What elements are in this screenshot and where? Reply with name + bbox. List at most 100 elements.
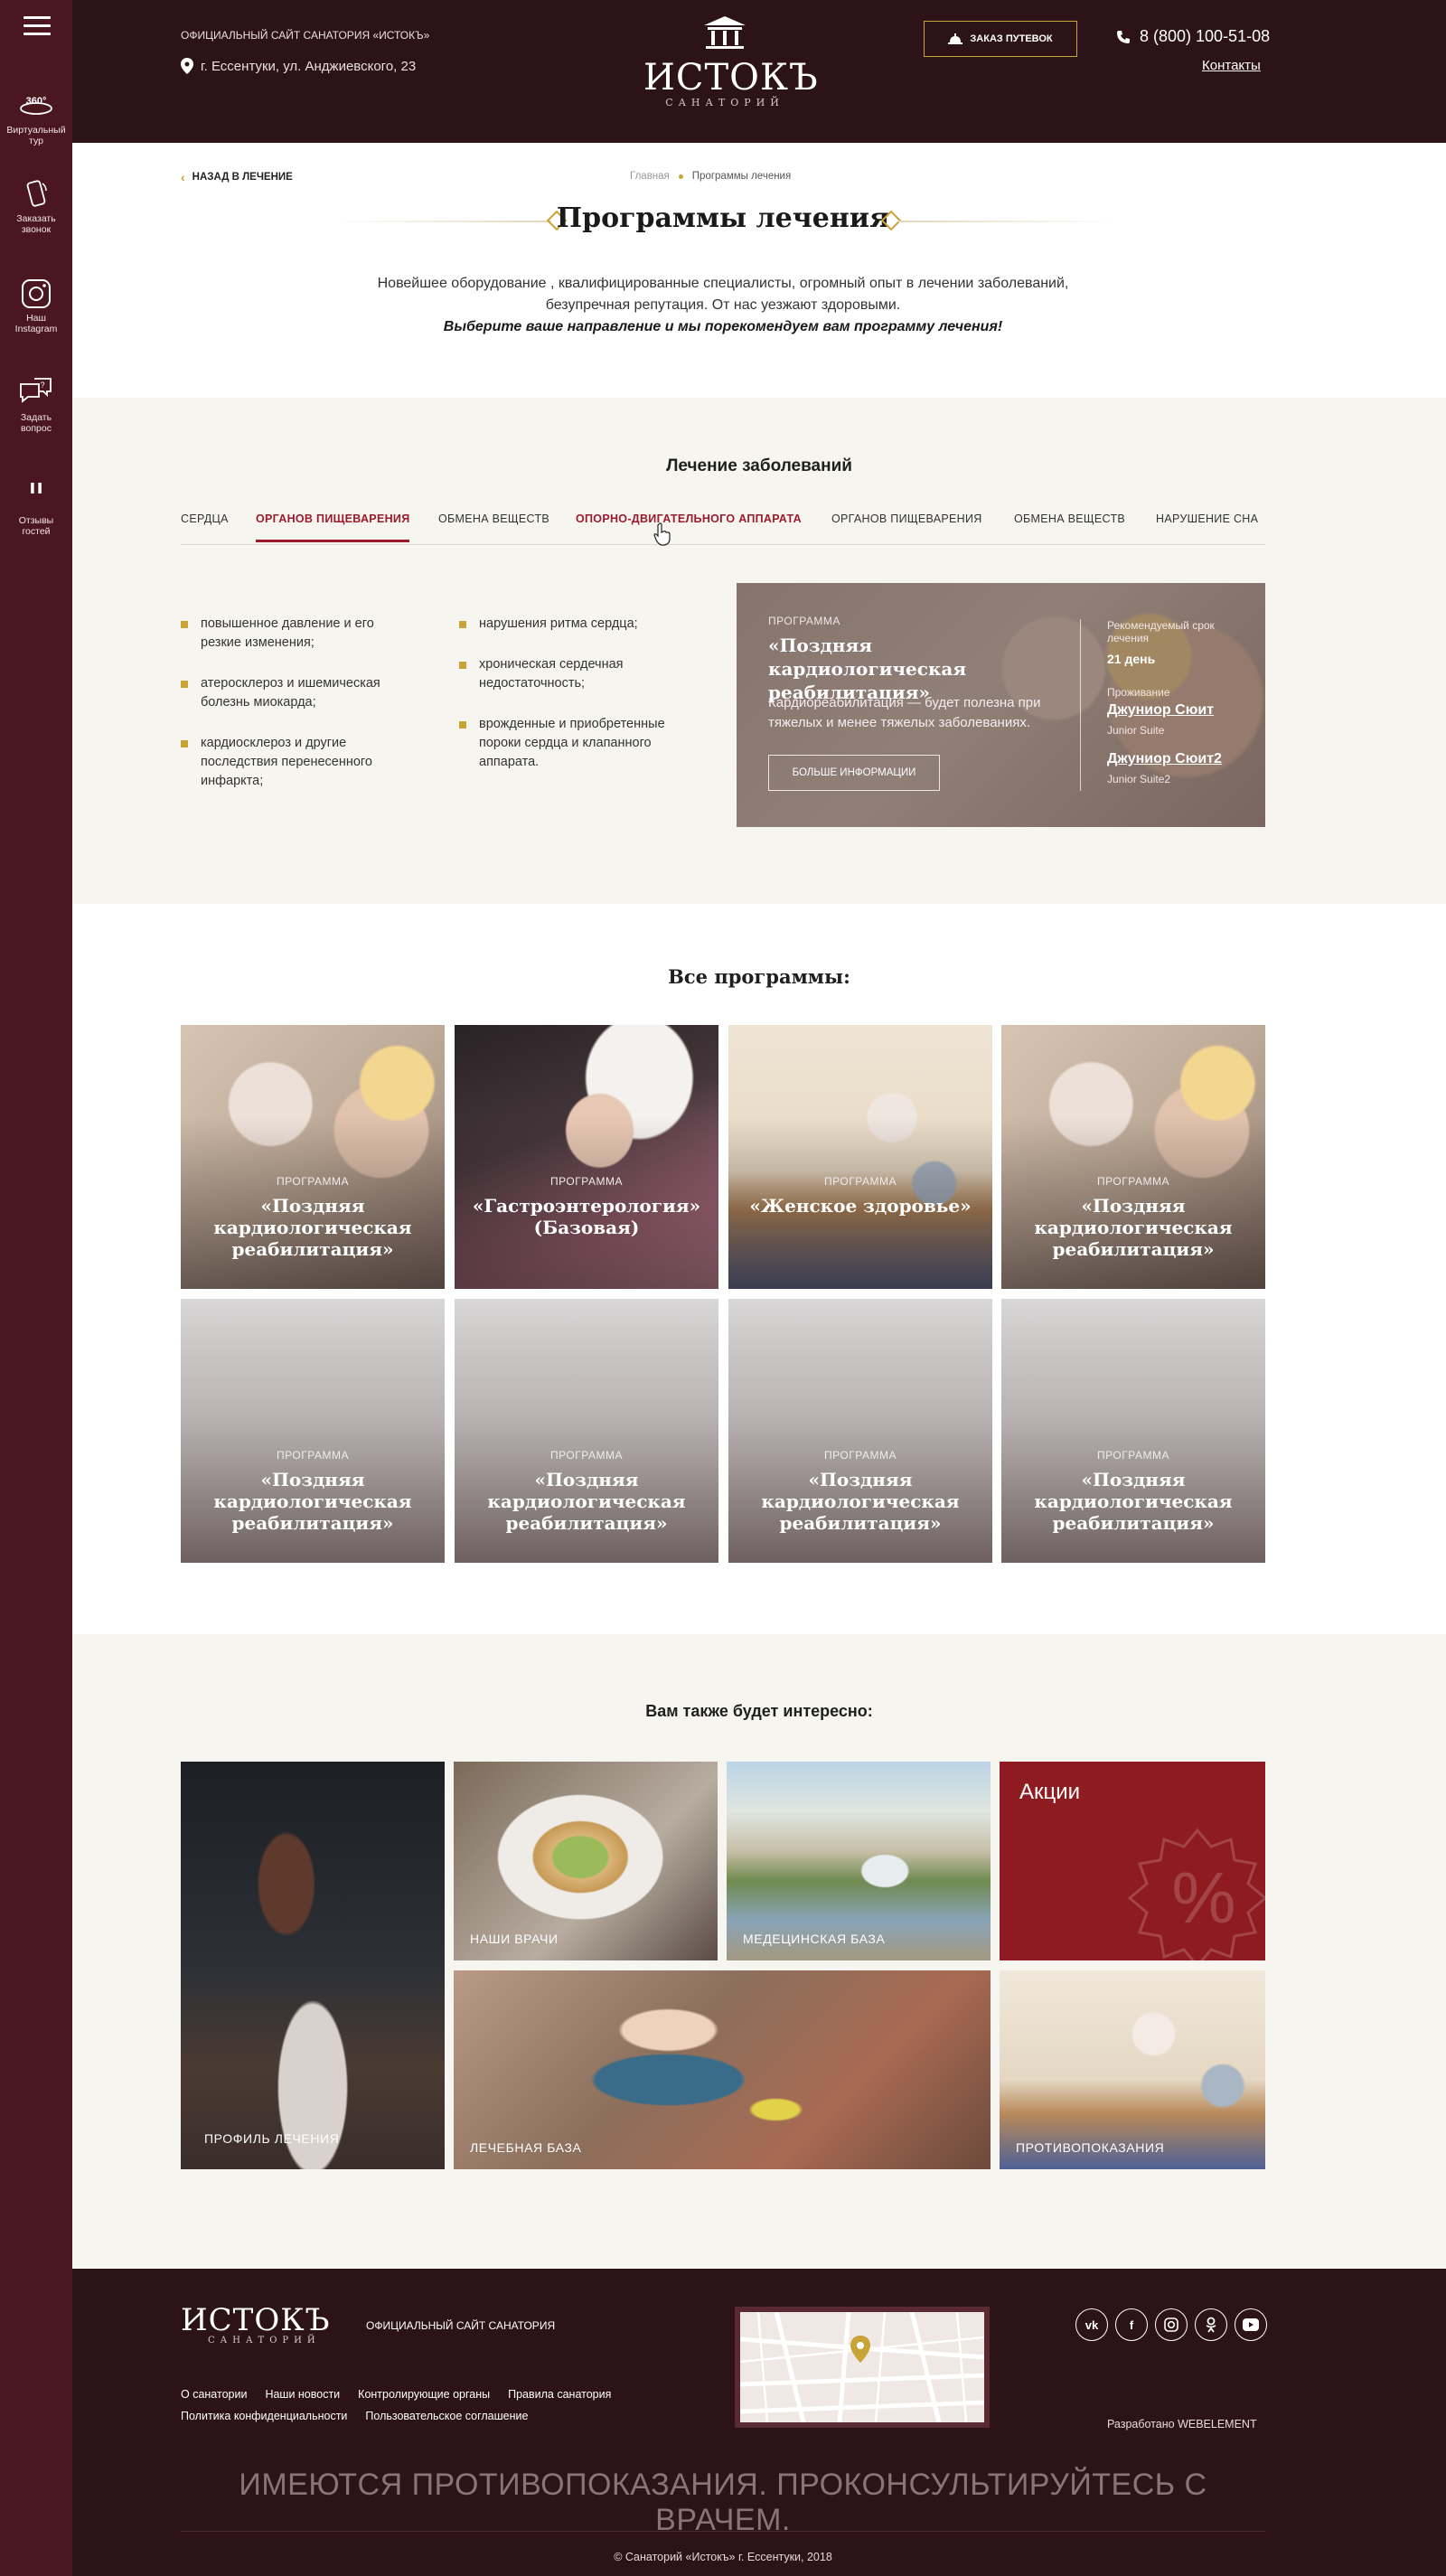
back-link-label: НАЗАД В ЛЕЧЕНИЕ [192, 172, 293, 183]
food-plate-photo [454, 1762, 718, 1960]
sidebar-item-ask-question[interactable]: ? Задать вопрос [0, 378, 72, 434]
svg-text:%: % [1171, 1857, 1235, 1938]
room-link-junior-suite[interactable]: Джуниор Сюит [1107, 702, 1214, 719]
more-info-button[interactable]: БОЛЬШЕ ИНФОРМАЦИИ [768, 755, 940, 791]
sidebar-item-reviews[interactable]: " Отзывы гостей [0, 481, 72, 537]
program-card[interactable]: ПРОГРАММА «Поздняя кардиологическая реаб… [1001, 1299, 1265, 1563]
sidebar-item-callback[interactable]: Заказать звонок [0, 179, 72, 235]
site-logo[interactable]: ИСТОКЪ САНАТОРИЙ [643, 14, 818, 108]
program-card-label: ПРОГРАММА [1097, 1175, 1169, 1188]
footer-link-agreement[interactable]: Пользовательское соглашение [365, 2410, 528, 2422]
svg-text:360°: 360° [26, 96, 47, 107]
contacts-link[interactable]: Контакты [1202, 58, 1261, 73]
disease-tabs: СЕРДЦА ОРГАНОВ ПИЩЕВАРЕНИЯ ОБМЕНА ВЕЩЕСТ… [181, 512, 1265, 545]
list-item: повышенное давление и его резкие изменен… [181, 615, 416, 653]
svg-text:?: ? [40, 381, 44, 390]
yoga-photo [1000, 1970, 1265, 2169]
location-pin-icon [181, 58, 193, 74]
tab-metabolism-2[interactable]: ОБМЕНА ВЕЩЕСТВ [1014, 512, 1125, 525]
breadcrumb-home[interactable]: Главная [630, 171, 670, 182]
copyright: © Санаторий «Истокъ» г. Ессентуки, 2018 [614, 2551, 832, 2563]
footer-link-rules[interactable]: Правила санатория [508, 2388, 611, 2401]
program-card[interactable]: ПРОГРАММА «Поздняя кардиологическая реаб… [181, 1025, 445, 1289]
menu-burger-icon[interactable] [23, 16, 51, 36]
program-card-label: ПРОГРАММА [550, 1449, 623, 1462]
program-card-label: ПРОГРАММА [824, 1449, 897, 1462]
disease-list-left: повышенное давление и его резкие изменен… [181, 615, 416, 813]
room-english-name: Junior Suite [1107, 724, 1165, 737]
footer-map[interactable] [735, 2307, 990, 2428]
program-card-title: «Гастроэнтерология» (Базовая) [472, 1195, 701, 1238]
card-label: ПРОТИВОПОКАЗАНИЯ [1016, 2140, 1165, 2155]
promotions-label: Акции [1019, 1780, 1081, 1804]
program-card-label: ПРОГРАММА [550, 1175, 623, 1188]
breadcrumb-current: Программы лечения [691, 171, 792, 182]
program-card-title: «Поздняя кардиологическая реабилитация» [213, 1469, 412, 1534]
chevron-left-icon: ‹ [181, 170, 185, 184]
program-card-label: ПРОГРАММА [824, 1175, 897, 1188]
tab-metabolism[interactable]: ОБМЕНА ВЕЩЕСТВ [438, 512, 549, 525]
left-sidebar: 360° Виртуальный тур Заказать звонок Наш… [0, 0, 72, 2576]
room-link-junior-suite-2[interactable]: Джуниор Сюит2 [1107, 751, 1222, 767]
program-card-title: «Поздняя кардиологическая реабилитация» [487, 1469, 686, 1534]
sidebar-item-instagram[interactable]: Наш Instagram [0, 278, 72, 334]
back-to-treatment-link[interactable]: ‹ НАЗАД В ЛЕЧЕНИЕ [181, 170, 293, 184]
interesting-title: Вам также будет интересно: [645, 1702, 873, 1720]
program-card[interactable]: ПРОГРАММА «Гастроэнтерология» (Базовая) [455, 1025, 718, 1289]
footer-official-text: ОФИЦИАЛЬНЫЙ САЙТ САНАТОРИЯ [366, 2319, 556, 2332]
program-card-label: ПРОГРАММА [1097, 1449, 1169, 1462]
footer-links-row-1: О санатории Наши новости Контролирующие … [181, 2388, 611, 2401]
program-card[interactable]: ПРОГРАММА «Поздняя кардиологическая реаб… [728, 1299, 992, 1563]
order-button-label: ЗАКАЗ ПУТЕВОК [970, 33, 1053, 44]
card-shade [728, 1025, 992, 1289]
program-card[interactable]: ПРОГРАММА «Поздняя кардиологическая реаб… [1001, 1025, 1265, 1289]
card-promotions[interactable]: Акции % [1000, 1762, 1265, 1960]
footer-link-privacy[interactable]: Политика конфиденциальности [181, 2410, 347, 2422]
program-card[interactable]: ПРОГРАММА «Поздняя кардиологическая реаб… [181, 1299, 445, 1563]
intro-text: Новейшее оборудование , квалифицированны… [343, 273, 1103, 338]
footer-link-about[interactable]: О санатории [181, 2388, 247, 2401]
tab-heart[interactable]: СЕРДЦА [181, 512, 229, 525]
card-contraindications[interactable]: ПРОТИВОПОКАЗАНИЯ [1000, 1970, 1265, 2169]
card-treatment-profile[interactable]: ПРОФИЛЬ ЛЕЧЕНИЯ [181, 1762, 445, 2169]
tab-musculoskeletal[interactable]: ОПОРНО-ДВИГАТЕЛЬНОГО АППАРАТА [576, 512, 802, 525]
svg-text:": " [27, 481, 45, 512]
intro-emphasis: Выберите ваше направление и мы порекомен… [443, 319, 1003, 334]
logo-temple-icon [704, 16, 746, 49]
phone-number[interactable]: 8 (800) 100-51-08 [1116, 27, 1270, 46]
phone-callback-icon [18, 179, 54, 210]
developer-credit[interactable]: Разработано WEBELEMENT [1107, 2418, 1257, 2430]
site-footer: ИСТОКЪ САНАТОРИЙ ОФИЦИАЛЬНЫЙ САЙТ САНАТО… [72, 2269, 1446, 2576]
card-label: НАШИ ВРАЧИ [470, 1932, 559, 1946]
tab-digestion[interactable]: ОРГАНОВ ПИЩЕВАРЕНИЯ [256, 512, 410, 542]
program-card[interactable]: ПРОГРАММА «Женское здоровье» [728, 1025, 992, 1289]
card-our-doctors[interactable]: НАШИ ВРАЧИ [454, 1762, 718, 1960]
vk-icon[interactable]: vk [1075, 2308, 1108, 2341]
tab-sleep-disorder[interactable]: НАРУШЕНИЕ СНА [1156, 512, 1258, 525]
sidebar-item-virtual-tour[interactable]: 360° Виртуальный тур [0, 90, 72, 146]
card-medical-base[interactable]: МЕДЕЦИНСКАЯ БАЗА [727, 1762, 991, 1960]
odnoklassniki-icon[interactable] [1195, 2308, 1227, 2341]
footer-link-news[interactable]: Наши новости [265, 2388, 340, 2401]
facebook-icon[interactable]: f [1115, 2308, 1148, 2341]
footer-link-regulators[interactable]: Контролирующие органы [358, 2388, 490, 2401]
program-card-label: ПРОГРАММА [277, 1449, 349, 1462]
youtube-icon[interactable] [1235, 2308, 1267, 2341]
logo-subtitle: САНАТОРИЙ [665, 97, 784, 108]
stay-label: Проживание [1107, 686, 1170, 699]
sidebar-item-label: Отзывы гостей [18, 515, 54, 537]
card-label: МЕДЕЦИНСКАЯ БАЗА [743, 1932, 886, 1946]
instagram-icon[interactable] [1155, 2308, 1188, 2341]
order-vouchers-button[interactable]: ЗАКАЗ ПУТЕВОК [924, 21, 1077, 57]
title-decor-line-right [898, 221, 1115, 222]
card-treatment-base[interactable]: ЛЕЧЕБНАЯ БАЗА [454, 1970, 991, 2169]
footer-logo[interactable]: ИСТОКЪ САНАТОРИЙ [181, 2305, 331, 2346]
program-card[interactable]: ПРОГРАММА «Поздняя кардиологическая реаб… [455, 1299, 718, 1563]
program-card-title: «Поздняя кардиологическая реабилитация» [761, 1469, 960, 1534]
phone-text: 8 (800) 100-51-08 [1140, 27, 1271, 45]
featured-program-card[interactable]: ПРОГРАММА «Поздняя кардиологическая реаб… [737, 583, 1265, 827]
tab-digestion-2[interactable]: ОРГАНОВ ПИЩЕВАРЕНИЯ [831, 512, 982, 525]
footer-links-row-2: Политика конфиденциальности Пользователь… [181, 2410, 528, 2422]
percent-badge: % [1127, 1828, 1265, 1960]
sidebar-item-label: Заказать звонок [16, 213, 56, 235]
